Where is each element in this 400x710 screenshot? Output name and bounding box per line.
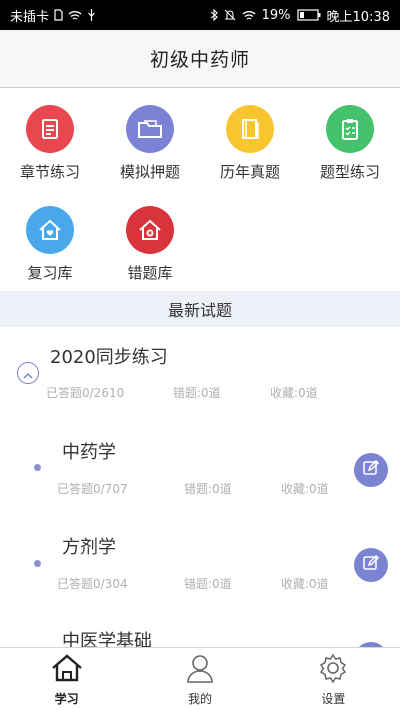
grid-item-chapter-practice[interactable]: 章节练习 (0, 105, 100, 182)
nav-label: 学习 (54, 692, 79, 706)
document-icon (26, 105, 74, 153)
grid-label: 历年真题 (219, 163, 280, 181)
book-icon (226, 105, 274, 153)
carrier-text: 未插卡 (10, 9, 50, 25)
grid-label: 章节练习 (19, 163, 80, 181)
list-item-title[interactable]: 方剂学 (62, 533, 116, 559)
favorites-count: 收藏:0道 (281, 577, 329, 591)
bluetooth-icon (210, 9, 218, 21)
nav-label: 我的 (187, 692, 212, 706)
nav-label: 设置 (321, 692, 346, 706)
wrong-count: 错题:0道 (173, 386, 221, 400)
bullet-dot (34, 560, 41, 567)
answered-count: 已答题0/707 (57, 482, 128, 496)
signal-wifi-icon (242, 10, 256, 21)
bottom-nav: 学习 我的 设置 (0, 647, 400, 710)
gear-icon (316, 653, 350, 687)
page-title: 初级中药师 (149, 49, 250, 71)
home-icon (50, 653, 84, 687)
status-left: 未插卡 (10, 6, 96, 25)
answered-count: 已答题0/304 (57, 577, 128, 591)
collapse-button[interactable] (17, 362, 39, 384)
status-bar: 未插卡 19% 晚上10:38 (0, 0, 400, 30)
wrong-count: 错题:0道 (184, 482, 232, 496)
app-screen: 未插卡 19% 晚上10:38 初级中药师 章节练习 模拟押题 历年真题 题型练… (0, 0, 400, 710)
battery-icon (296, 9, 321, 21)
list-item-title[interactable]: 中药学 (62, 438, 116, 464)
grid-item-review-bank[interactable]: 复习库 (0, 206, 100, 283)
section-header: 最新试题 (0, 291, 400, 327)
edit-button[interactable] (354, 453, 388, 487)
mute-icon (224, 9, 236, 21)
chevron-up-icon (23, 364, 33, 383)
sim-card-icon (54, 9, 63, 21)
wifi-icon (68, 10, 82, 21)
nav-item-settings[interactable]: 设置 (267, 648, 400, 710)
wrong-count: 错题:0道 (184, 577, 232, 591)
grid-item-past-papers[interactable]: 历年真题 (200, 105, 300, 182)
house-heart-icon (26, 206, 74, 254)
grid-item-wrong-bank[interactable]: 错题库 (100, 206, 200, 283)
edit-button[interactable] (354, 548, 388, 582)
grid-label: 模拟押题 (119, 163, 180, 181)
battery-percent: 19% (261, 7, 291, 23)
pencil-icon (362, 554, 380, 576)
grid-label: 复习库 (27, 264, 73, 282)
pencil-icon (362, 459, 380, 481)
user-icon (183, 653, 217, 687)
bullet-dot (34, 464, 41, 471)
grid-label: 错题库 (127, 264, 173, 282)
answered-count: 已答题0/2610 (46, 386, 125, 400)
favorites-count: 收藏:0道 (270, 386, 318, 400)
house-x-icon (126, 206, 174, 254)
nav-item-mine[interactable]: 我的 (133, 648, 266, 710)
group-title[interactable]: 2020同步练习 (50, 343, 168, 369)
folder-icon (126, 105, 174, 153)
usb-icon (87, 9, 96, 21)
clock-text: 晚上10:38 (326, 9, 390, 25)
section-title: 最新试题 (167, 301, 232, 320)
grid-item-mock-exam[interactable]: 模拟押题 (100, 105, 200, 182)
nav-item-study[interactable]: 学习 (0, 648, 133, 710)
favorites-count: 收藏:0道 (281, 482, 329, 496)
clipboard-icon (326, 105, 374, 153)
list-item-title[interactable]: 中医学基础 (62, 627, 152, 647)
status-right: 19% 晚上10:38 (210, 6, 390, 25)
grid-item-question-type[interactable]: 题型练习 (300, 105, 400, 182)
grid-label: 题型练习 (319, 163, 380, 181)
question-list: 2020同步练习 已答题0/2610 错题:0道 收藏:0道 中药学 已答题0/… (0, 327, 400, 647)
app-header: 初级中药师 (0, 30, 400, 88)
